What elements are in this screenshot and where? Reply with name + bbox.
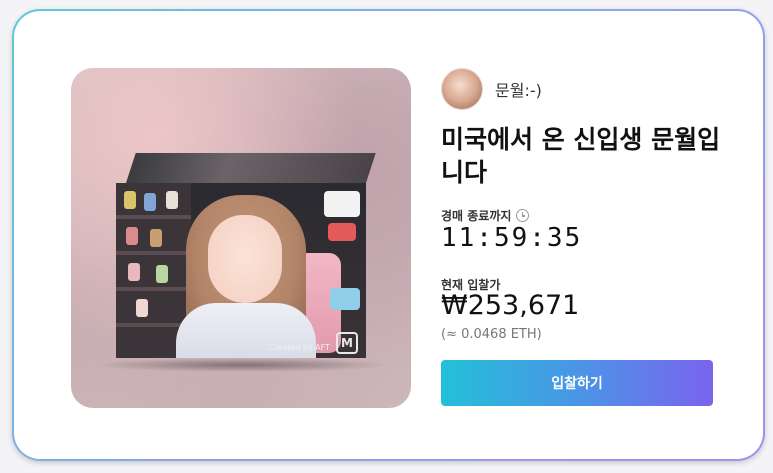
shelf-figure [124,191,136,209]
sticker [324,191,360,217]
auction-end-label-row: 경매 종료까지 [441,207,530,224]
current-bid-eth: (≈ 0.0468 ETH) [441,327,542,342]
sticker [328,223,356,241]
shelf-figure [156,265,168,283]
shelf-figure [166,191,178,209]
countdown-timer: 11:59:35 [441,223,583,253]
shelf-figure [136,299,148,317]
box-front-face: Created by AFT M [116,183,366,358]
credit-text: Created by AFT [268,343,330,352]
shelf-figure [150,229,162,247]
current-bid-price: ₩253,671 [441,290,580,321]
m-logo-icon: M [336,332,358,354]
auction-card: Created by AFT M 문월:-) 미국에서 온 신입생 문월입니다 … [14,11,763,459]
nft-box-artwork: Created by AFT M [116,153,376,358]
sticker [330,288,360,310]
item-title: 미국에서 온 신입생 문월입니다 [441,125,721,187]
shelf-figure [126,227,138,245]
creator-info[interactable]: 문월:-) [441,68,542,110]
shelf-figure [144,193,156,211]
box-shadow [91,358,391,372]
auction-card-border: Created by AFT M 문월:-) 미국에서 온 신입생 문월입니다 … [12,9,765,461]
auction-end-label: 경매 종료까지 [441,209,512,223]
shelf-figure [128,263,140,281]
box-top-face [126,153,376,183]
creator-name[interactable]: 문월:-) [495,77,542,101]
avatar[interactable] [441,68,483,110]
person-face [208,215,282,303]
bid-button[interactable]: 입찰하기 [441,360,713,406]
nft-media[interactable]: Created by AFT M [71,68,411,408]
clock-icon [516,209,530,222]
